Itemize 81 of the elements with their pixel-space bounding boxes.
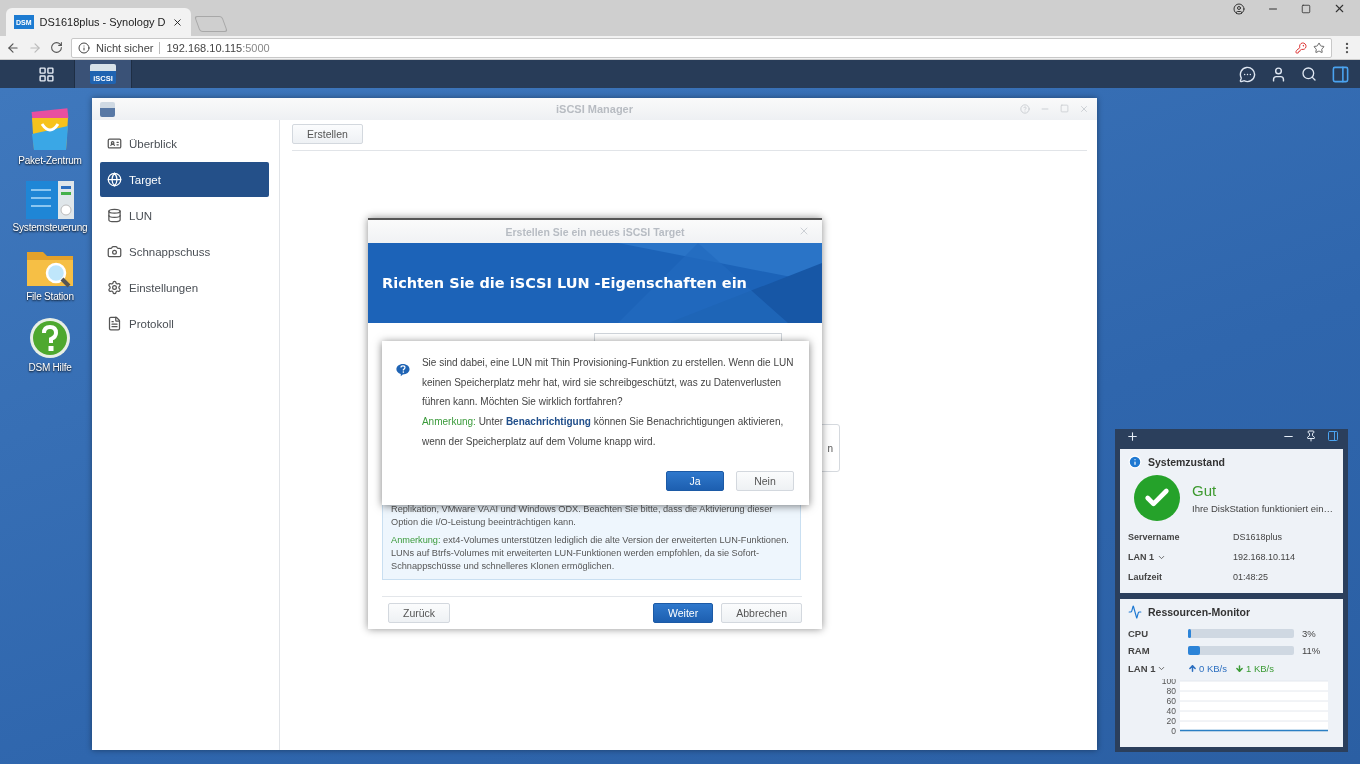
- app-icon: [100, 101, 115, 117]
- tab-title: DS1618plus - Synology D: [39, 16, 166, 28]
- create-button[interactable]: Erstellen: [292, 124, 363, 144]
- upload-rate: 0 KB/s: [1199, 662, 1227, 674]
- add-icon[interactable]: [1126, 429, 1139, 443]
- close-icon[interactable]: [171, 16, 183, 28]
- sidebar-item[interactable]: Schnappschuss: [100, 234, 269, 269]
- info-icon: [1128, 455, 1142, 469]
- reload-icon[interactable]: [50, 41, 63, 54]
- axis-label: 60: [1166, 696, 1176, 706]
- axis-label: 0: [1171, 726, 1176, 736]
- status-description: Ihre DiskStation funktioniert ein…: [1192, 503, 1333, 514]
- panel-text: n: [827, 442, 833, 454]
- star-icon[interactable]: [1313, 41, 1325, 54]
- sidebar-item[interactable]: Target: [100, 162, 269, 197]
- cancel-button[interactable]: Abbrechen: [721, 603, 802, 623]
- axis-label: 40: [1166, 706, 1176, 716]
- key-icon[interactable]: [1295, 41, 1307, 54]
- help-icon: [29, 317, 71, 359]
- decline-button[interactable]: Nein: [736, 471, 794, 491]
- desktop-icon-label[interactable]: Systemsteuerung: [12, 222, 88, 234]
- security-label: Nicht sicher: [96, 41, 154, 54]
- desktop-icon-label[interactable]: DSM Hilfe: [28, 362, 72, 374]
- sidebar-item[interactable]: LUN: [100, 198, 269, 233]
- info-text: Replikation, VMware VAAI und Windows ODX. Beachten Sie bitte, dass die Aktivierung dieser Option die I/O-Leistung beeinträchtigen kann.: [391, 503, 774, 529]
- info-icon: [78, 41, 90, 54]
- axis-label: 20: [1166, 716, 1176, 726]
- desktop-icon-label[interactable]: Paket-Zentrum: [18, 155, 82, 167]
- status-text: Gut: [1192, 482, 1218, 499]
- row-value: DS1618plus: [1233, 532, 1283, 542]
- user-icon[interactable]: [1270, 65, 1287, 83]
- note-text: Anmerkung: Unter Benachrichtigung können Sie Benachrichtigungen aktivieren, wenn der Speicherplatz auf dem Volume knapp wird.: [421, 415, 785, 449]
- document-icon: [107, 316, 122, 331]
- dialog-title: Erstellen Sie ein neues iSCSI Target: [505, 225, 685, 238]
- sidebar-item[interactable]: Überblick: [100, 126, 269, 161]
- maximize-icon[interactable]: [1301, 3, 1311, 14]
- camera-icon: [107, 244, 122, 259]
- axis-label: 80: [1166, 686, 1176, 696]
- sidebar-item[interactable]: Einstellungen: [100, 270, 269, 305]
- row-value: 192.168.10.114: [1233, 552, 1295, 562]
- widgets-icon[interactable]: [1331, 64, 1350, 84]
- database-icon: [107, 208, 122, 223]
- panel-icon[interactable]: [1327, 430, 1339, 442]
- download-icon: [1235, 663, 1244, 673]
- pulse-icon: [1128, 605, 1142, 619]
- row-label: Servername: [1128, 532, 1180, 542]
- grid-icon: [37, 65, 55, 83]
- control-panel-icon: [26, 181, 74, 219]
- upload-icon: [1188, 663, 1197, 673]
- card-title: Ressourcen-Monitor: [1148, 606, 1251, 618]
- address-field[interactable]: Nicht sicher 192.168.10.115:5000: [71, 37, 1332, 58]
- url-text: 192.168.10.115:5000: [166, 41, 270, 54]
- check-icon: [1134, 475, 1180, 521]
- row-label[interactable]: LAN 1: [1128, 552, 1154, 562]
- settings-icon: [107, 280, 122, 295]
- message-text: Sie sind dabei, eine LUN mit Thin Provisioning-Funktion zu erstellen. Wenn die LUN keinen Speicherplatz mehr hat, wird sie schreibgeschützt, was zu Datenverlusten führen kann. Möchten Sie wirklich fortfahren?: [421, 356, 795, 410]
- globe-icon: [107, 172, 122, 187]
- download-rate: 1 KB/s: [1246, 662, 1274, 674]
- usage-reading: 11%: [1302, 645, 1321, 656]
- close-icon[interactable]: [1333, 2, 1346, 15]
- back-button[interactable]: Zurück: [388, 603, 451, 623]
- note-text: Anmerkung: ext4-Volumes unterstützen lediglich die alte Version der erweiterten LUN-Funktionen. LUNs auf Btrfs-Volumes mit erweiterten LUN-Funktionen werden empfohlen, da sie Sofort-Schnappschüsse und schnelleres Klonen ermöglichen.: [391, 534, 790, 573]
- network-label[interactable]: LAN 1: [1128, 662, 1156, 674]
- row-value: 01:48:25: [1233, 572, 1269, 582]
- card-title: Systemzustand: [1148, 456, 1226, 468]
- usage-reading: 3%: [1302, 628, 1316, 639]
- dialog-heading: Richten Sie die iSCSI LUN -Eigenschaften ein: [382, 275, 747, 291]
- chat-icon[interactable]: [1239, 65, 1256, 83]
- sidebar-item[interactable]: Protokoll: [100, 306, 269, 341]
- window-title: iSCSI Manager: [556, 103, 633, 115]
- search-icon[interactable]: [1301, 66, 1317, 82]
- back-icon[interactable]: [6, 40, 20, 55]
- confirm-button[interactable]: Ja: [666, 471, 724, 491]
- meter-label: CPU: [1128, 628, 1150, 639]
- next-button[interactable]: Weiter: [653, 603, 714, 623]
- user-icon[interactable]: [1233, 2, 1245, 15]
- row-label: Laufzeit: [1128, 572, 1162, 582]
- card-icon: [107, 136, 122, 151]
- desktop-icon-label[interactable]: File Station: [26, 291, 74, 303]
- pin-icon[interactable]: [1305, 430, 1317, 442]
- meter-label: RAM: [1128, 645, 1151, 656]
